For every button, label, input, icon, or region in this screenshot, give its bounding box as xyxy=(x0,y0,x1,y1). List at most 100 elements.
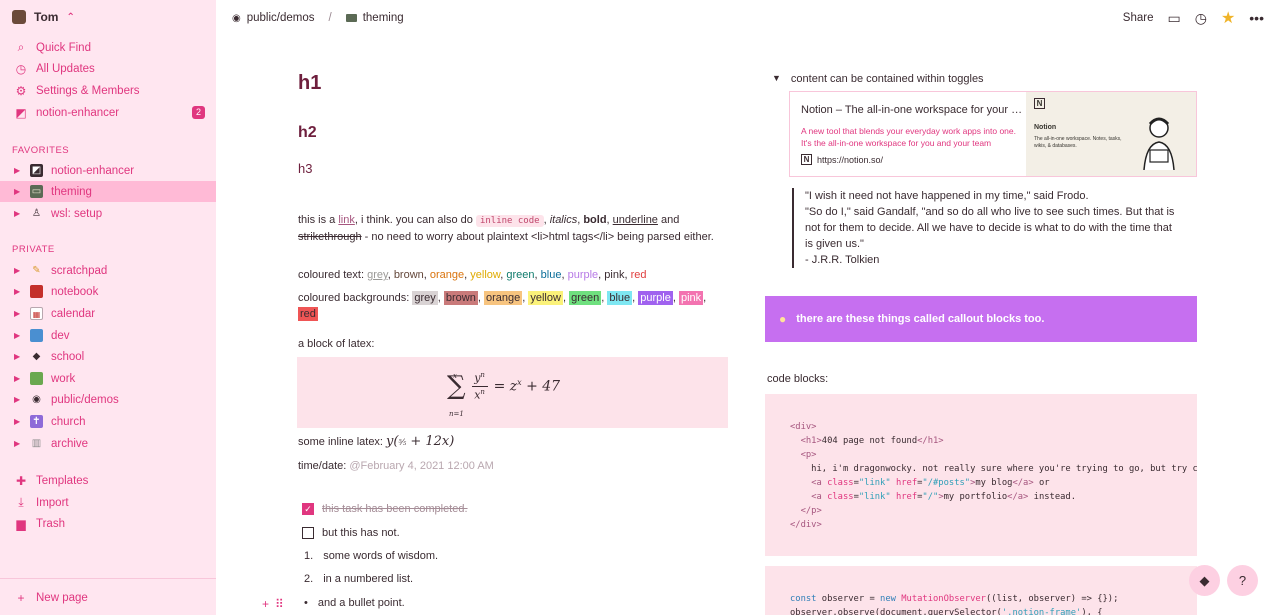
inline-latex-paragraph[interactable]: some inline latex: y(⁵⁄₅ + 12x) xyxy=(298,434,718,451)
callout-block[interactable]: ● there are these things called callout … xyxy=(765,296,1197,342)
heading-1[interactable]: h1 xyxy=(298,72,321,95)
trash-button[interactable]: ▆ Trash xyxy=(0,513,216,534)
list-number: 2. xyxy=(304,573,314,585)
sidebar-item-public-demos[interactable]: ▶ ◉ public/demos xyxy=(0,389,216,410)
history-clock-icon[interactable]: ◷ xyxy=(1195,10,1207,27)
share-button[interactable]: Share xyxy=(1123,12,1154,24)
notion-logo-icon: N xyxy=(1034,98,1045,109)
sidebar-item-notebook[interactable]: ▶ notebook xyxy=(0,281,216,302)
sidebar-item-label: school xyxy=(51,350,85,363)
expand-triangle-icon[interactable]: ▶ xyxy=(14,209,22,218)
quote-block[interactable]: "I wish it need not have happened in my … xyxy=(792,188,1182,268)
latex-label[interactable]: a block of latex: xyxy=(298,336,718,352)
workspace-switcher[interactable]: Tom ⌃ xyxy=(12,10,75,24)
sidebar-item-church[interactable]: ▶ ✝ church xyxy=(0,411,216,432)
sidebar-item-label: scratchpad xyxy=(51,264,108,277)
numbered-list-item[interactable]: 2. in a numbered list. xyxy=(304,573,413,585)
heading-2[interactable]: h2 xyxy=(298,124,317,142)
sidebar-item-wsl-setup[interactable]: ▶ ♙ wsl: setup xyxy=(0,203,216,224)
expand-triangle-icon[interactable]: ▶ xyxy=(14,395,22,404)
sidebar-item-label: dev xyxy=(51,329,70,342)
expand-triangle-icon[interactable]: ▶ xyxy=(14,287,22,296)
list-item-text: and a bullet point. xyxy=(317,597,405,609)
checkbox-checked[interactable]: ✓ xyxy=(302,503,314,515)
sidebar-item-archive[interactable]: ▶ ▥ archive xyxy=(0,433,216,454)
quick-find-button[interactable]: ⌕ Quick Find xyxy=(0,37,216,58)
all-updates-button[interactable]: ◷ All Updates xyxy=(0,58,216,79)
coloured-text-paragraph[interactable]: coloured text: grey, brown, orange, yell… xyxy=(298,267,718,283)
sidebar-item-scratchpad[interactable]: ▶ ✎ scratchpad xyxy=(0,260,216,281)
heading-3[interactable]: h3 xyxy=(298,161,312,176)
date-paragraph[interactable]: time/date: @February 4, 2021 12:00 AM xyxy=(298,458,718,474)
graduation-cap-icon: ◆ xyxy=(1199,572,1210,588)
checkbox-unchecked[interactable] xyxy=(302,527,314,539)
sidebar-item-label: wsl: setup xyxy=(51,207,103,220)
new-page-button[interactable]: + New page xyxy=(0,587,216,608)
expand-triangle-icon[interactable]: ▶ xyxy=(14,352,22,361)
coloured-background-paragraph[interactable]: coloured backgrounds: grey, brown, orang… xyxy=(298,290,718,322)
date-mention[interactable]: @February 4, 2021 12:00 AM xyxy=(349,460,493,472)
latex-formula: ∑ x n=1 yn xn = zx + 47 xyxy=(447,371,560,418)
numbered-list-item[interactable]: 1. some words of wisdom. xyxy=(304,550,438,562)
brown-bg-text: brown xyxy=(443,291,478,305)
import-label: Import xyxy=(36,496,69,509)
help-graduation-cap-button[interactable]: ◆ xyxy=(1189,565,1220,596)
expand-triangle-icon[interactable]: ▶ xyxy=(14,417,22,426)
bookmark-preview-image: N Notion The all-in-one workspace. Notes… xyxy=(1026,92,1196,176)
callout-text: there are these things called callout bl… xyxy=(796,313,1045,325)
inline-link[interactable]: link xyxy=(338,214,355,226)
notion-enhancer-button[interactable]: ◩ notion-enhancer 2 xyxy=(0,102,216,123)
pink-text: pink xyxy=(604,269,625,281)
breadcrumb-item-public-demos[interactable]: public/demos xyxy=(247,12,315,24)
expand-triangle-icon[interactable]: ▶ xyxy=(14,266,22,275)
sidebar-item-theming[interactable]: ▶ ▭ theming xyxy=(0,181,216,202)
sidebar-item-notion-enhancer[interactable]: ▶ ◩ notion-enhancer xyxy=(0,160,216,181)
sidebar-item-label: notion-enhancer xyxy=(51,164,135,177)
workspace-name: Tom xyxy=(34,10,59,24)
todo-text[interactable]: this task has been completed. xyxy=(322,503,468,515)
expand-triangle-icon[interactable]: ▶ xyxy=(14,309,22,318)
enhancer-page-icon: ◩ xyxy=(30,164,43,177)
toggle-block[interactable]: ▼ content can be contained within toggle… xyxy=(772,73,984,85)
book-page-icon xyxy=(30,285,43,298)
web-bookmark[interactable]: Notion – The all-in-one workspace for yo… xyxy=(789,91,1197,177)
pencil-page-icon: ✎ xyxy=(32,265,41,276)
lightbulb-icon: ● xyxy=(779,312,787,326)
bullet-list-item[interactable]: • and a bullet point. xyxy=(304,597,405,609)
todo-text[interactable]: but this has not. xyxy=(322,527,400,539)
orange-bg-text: orange xyxy=(483,291,523,305)
sidebar-item-work[interactable]: ▶ work xyxy=(0,368,216,389)
text-paragraph[interactable]: this is a link, i think. you can also do… xyxy=(298,212,718,245)
red-text: red xyxy=(630,269,647,281)
text-run: - no need to worry about plaintext <li>h… xyxy=(361,231,714,243)
latex-equation-block[interactable]: ∑ x n=1 yn xn = zx + 47 xyxy=(297,357,728,428)
sidebar-item-calendar[interactable]: ▶ ▦ calendar xyxy=(0,303,216,324)
breadcrumb-item-theming[interactable]: theming xyxy=(363,12,404,24)
trash-bin-page-icon: ▥ xyxy=(31,438,42,449)
inline-latex-label: some inline latex: xyxy=(298,436,387,448)
comment-icon[interactable]: ▭ xyxy=(1167,10,1180,27)
sidebar-item-dev[interactable]: ▶ dev xyxy=(0,325,216,346)
expand-triangle-icon[interactable]: ▶ xyxy=(14,166,22,175)
favorite-star-icon[interactable]: ★ xyxy=(1221,8,1235,28)
more-options-icon[interactable]: ••• xyxy=(1249,10,1264,26)
import-button[interactable]: ⤓ Import xyxy=(0,492,216,513)
code-block-html[interactable]: <div> <h1>404 page not found</h1> <p> hi… xyxy=(765,394,1197,556)
expand-triangle-icon[interactable]: ▶ xyxy=(14,439,22,448)
expand-triangle-icon[interactable]: ▶ xyxy=(14,374,22,383)
settings-members-button[interactable]: ⚙ Settings & Members xyxy=(0,80,216,101)
question-mark-icon: ? xyxy=(1238,573,1247,588)
expand-triangle-icon[interactable]: ▶ xyxy=(14,331,22,340)
person-illustration xyxy=(1143,117,1175,171)
bullet-dot: • xyxy=(304,597,308,609)
expand-triangle-icon[interactable]: ▶ xyxy=(14,187,22,196)
templates-button[interactable]: ✚ Templates xyxy=(0,470,216,491)
drag-handle-icon[interactable]: ⠿ xyxy=(275,597,284,611)
sidebar-item-school[interactable]: ▶ ◆ school xyxy=(0,346,216,367)
add-block-plus-icon[interactable]: + xyxy=(262,597,269,611)
help-question-button[interactable]: ? xyxy=(1227,565,1258,596)
toggle-triangle-icon[interactable]: ▼ xyxy=(772,73,781,85)
code-blocks-label[interactable]: code blocks: xyxy=(767,373,828,385)
code-block-js[interactable]: const observer = new MutationObserver((l… xyxy=(765,566,1197,615)
yellow-text: yellow xyxy=(470,269,501,281)
